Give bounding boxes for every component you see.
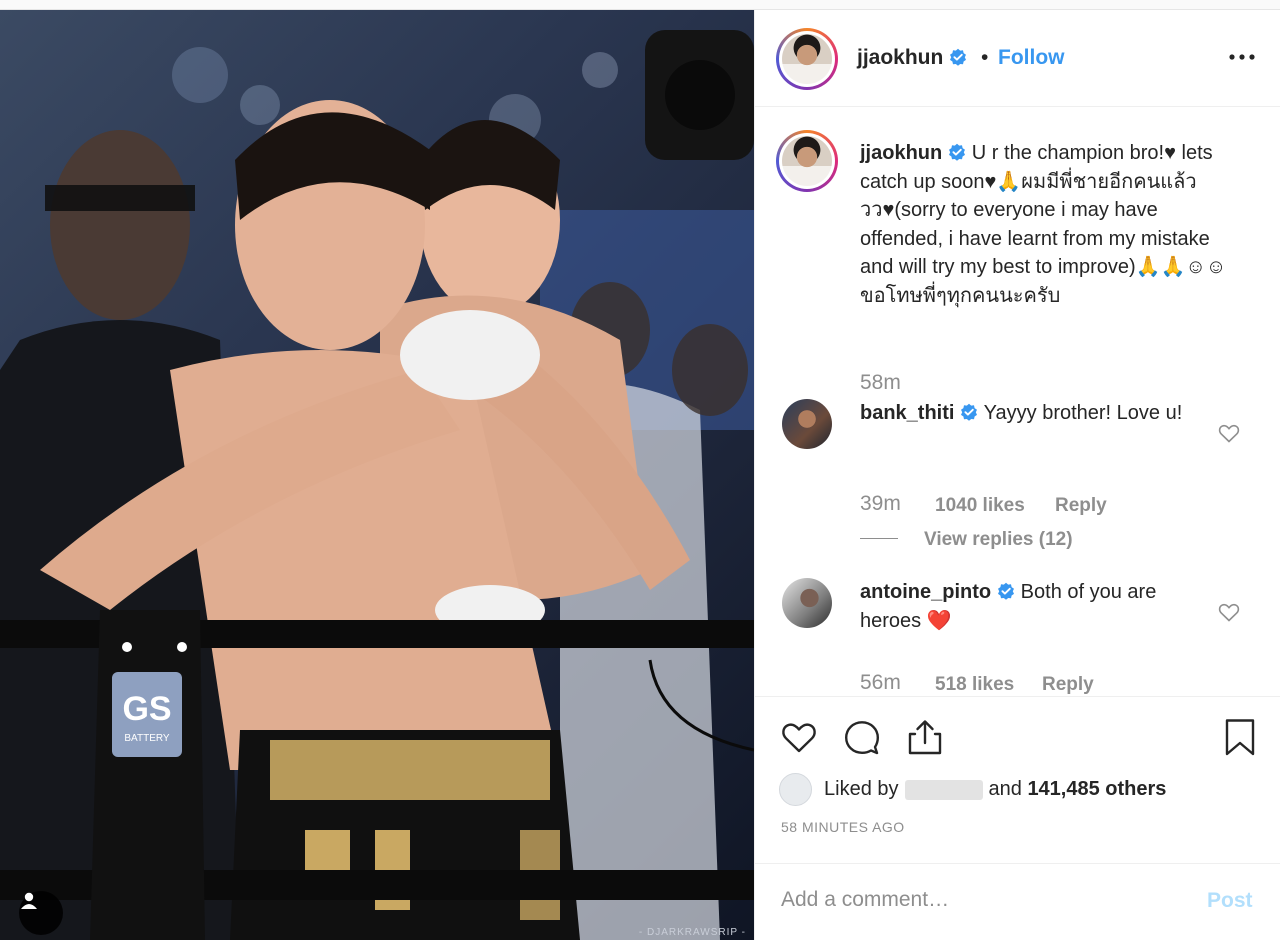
caption-text: U r the champion bro!♥ lets catch up soo… [860,142,1227,307]
author-username-link[interactable]: jjaokhun [857,46,967,70]
view-replies-button[interactable]: View replies (12) [860,529,1073,551]
verified-badge-icon [950,48,967,66]
comment-input[interactable] [781,888,1181,912]
author-username: jjaokhun [857,46,944,69]
ring-sponsor-sub: BATTERY [124,733,170,744]
post-photo[interactable]: GS BATTERY - DJARKRAWSRIP - [0,10,754,940]
comment-time[interactable]: 39m [860,492,901,516]
heart-icon[interactable] [779,717,819,757]
comment-text: Yayyy brother! Love u! [983,402,1183,424]
verified-badge-icon [949,143,966,161]
reply-button[interactable]: Reply [1055,495,1107,517]
user-tag-icon [21,892,37,909]
caption-username[interactable]: jjaokhun [860,142,942,164]
more-horizontal-icon [1229,54,1255,60]
liked-by-redacted-name[interactable] [904,779,983,800]
verified-badge-icon [961,403,978,421]
liked-by-prefix: Liked by [824,778,899,800]
like-comment-heart-icon[interactable] [1217,421,1241,445]
post-header: jjaokhun • Follow [755,10,1280,107]
reply-label: Reply [1042,674,1094,695]
comment-likes-count: 518 likes [935,674,1015,695]
comments-list[interactable]: jjaokhun U r the champion bro!♥ lets cat… [755,108,1280,696]
photo-illustration: GS BATTERY [0,30,754,940]
view-replies-label: View replies (12) [924,529,1073,550]
comment-username[interactable]: bank_thiti [860,402,954,424]
reply-label: Reply [1055,495,1107,516]
user-tag-button[interactable] [19,891,63,935]
liked-by-count[interactable]: 141,485 others [1027,778,1166,801]
comment-username[interactable]: antoine_pinto [860,581,991,603]
follow-button[interactable]: Follow [998,46,1065,70]
ring-sponsor-logo: GS [122,690,171,728]
comment-body: bank_thiti Yayyy brother! Love u! [860,399,1200,428]
comment-time[interactable]: 56m [860,671,901,695]
caption-author-avatar[interactable] [776,130,838,192]
comment-likes[interactable]: 1040 likes [935,495,1025,517]
commenter-avatar[interactable] [782,399,832,449]
post-caption: jjaokhun U r the champion bro!♥ lets cat… [860,139,1230,310]
comment-body: antoine_pinto Both of you are heroes ❤️ [860,578,1200,635]
photo-watermark: - DJARKRAWSRIP - [638,927,746,938]
post-comment-button[interactable]: Post [1207,889,1253,913]
commenter-avatar[interactable] [782,578,832,628]
post-timestamp[interactable]: 58 MINUTES AGO [781,819,905,835]
top-strip [0,0,1280,10]
author-avatar[interactable] [776,28,838,90]
post-actions: Liked by and 141,485 others 58 MINUTES A… [755,696,1280,940]
like-comment-heart-icon[interactable] [1217,600,1241,624]
header-separator: • [981,46,989,69]
liked-by-avatar[interactable] [779,773,812,806]
reply-button[interactable]: Reply [1042,674,1094,696]
comment-likes[interactable]: 518 likes [935,674,1014,696]
liked-by[interactable]: Liked by and 141,485 others [779,773,1166,806]
bookmark-icon[interactable] [1220,717,1260,757]
add-comment-section: Post [755,863,1280,940]
comment-likes-count: 1040 likes [935,495,1025,516]
comment-icon[interactable] [842,717,882,757]
more-options-button[interactable] [1225,40,1259,74]
liked-by-conjunction: and [988,778,1022,800]
verified-badge-icon [998,582,1015,600]
caption-time[interactable]: 58m [860,371,901,395]
share-icon[interactable] [905,717,945,757]
post-side-panel: jjaokhun • Follow jjaokhun U r the champ… [754,10,1280,940]
